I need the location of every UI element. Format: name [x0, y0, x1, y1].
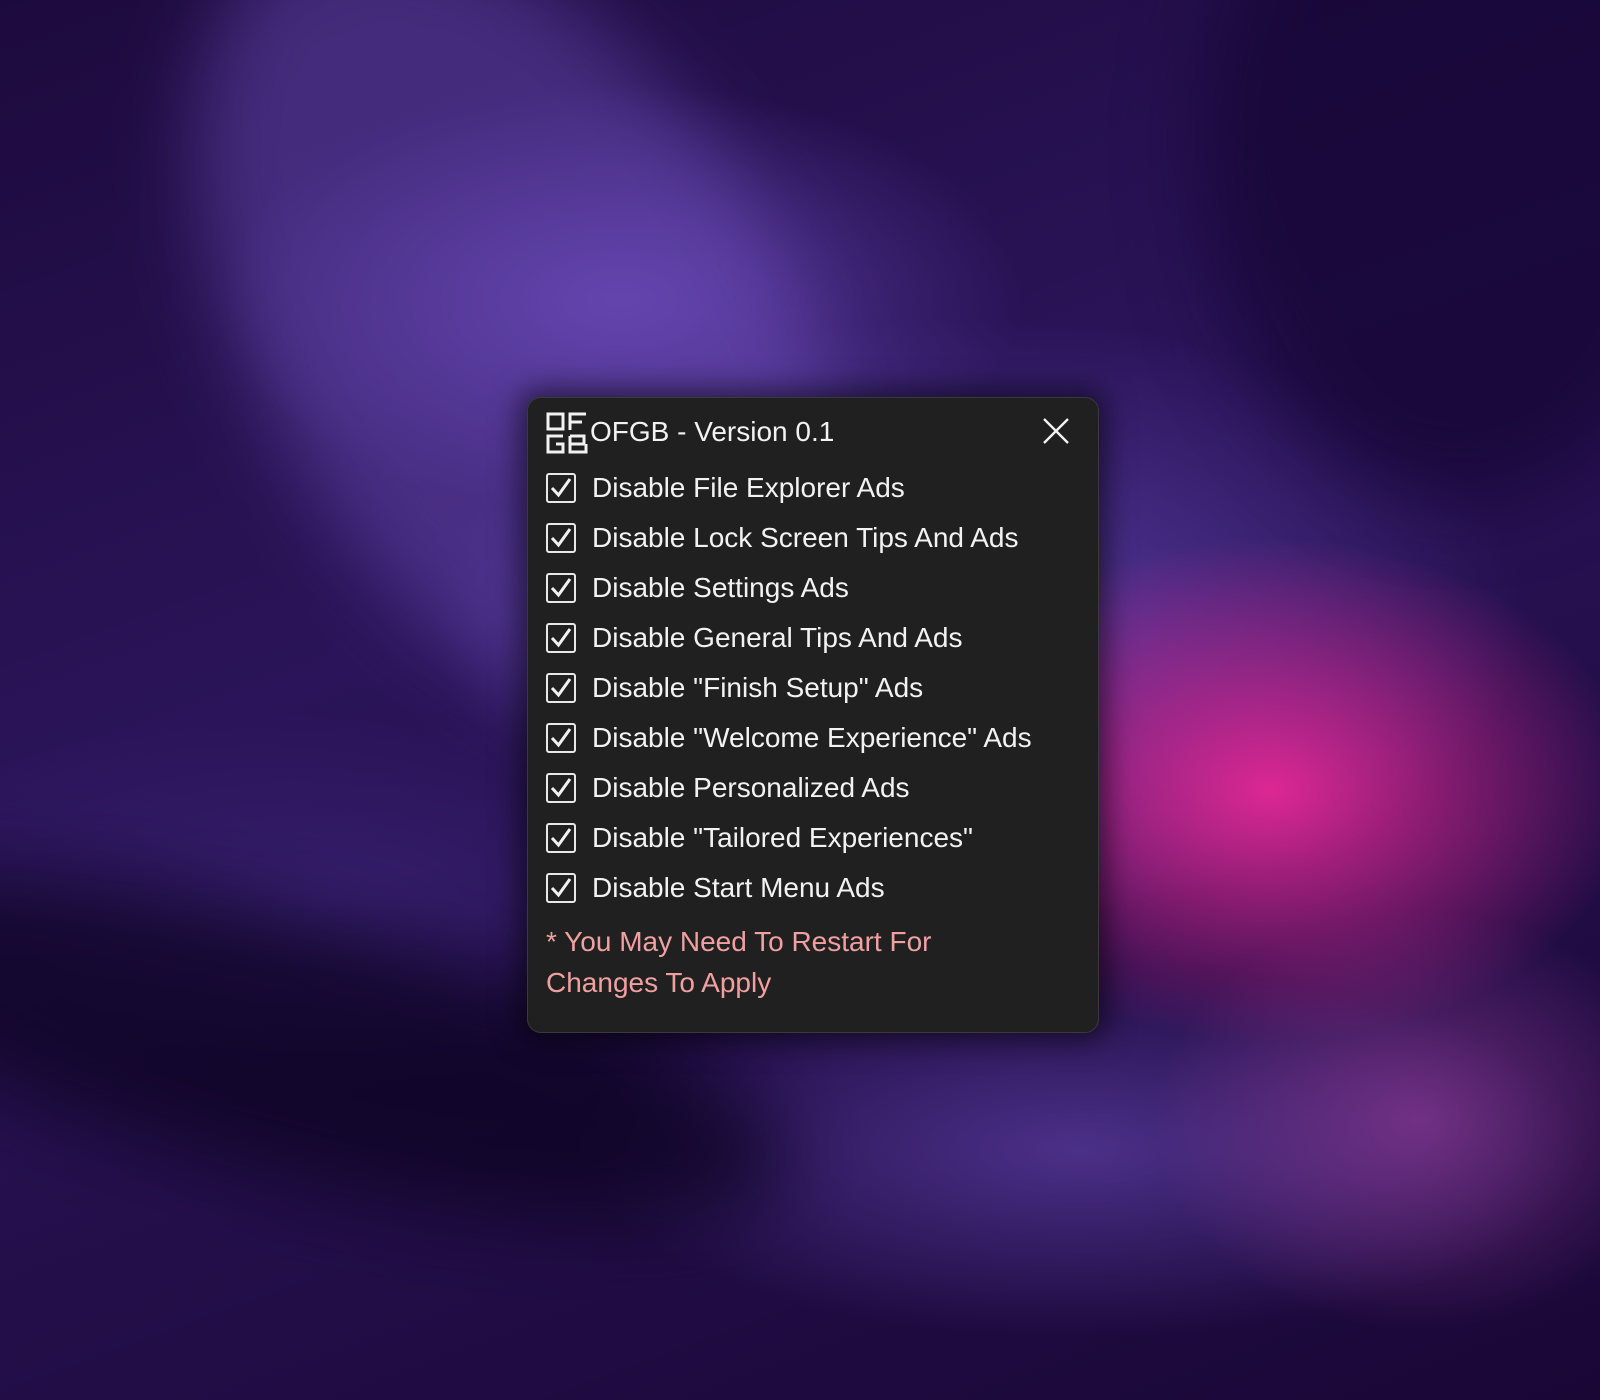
option-label: Disable "Welcome Experience" Ads — [592, 722, 1032, 753]
option-lock-screen-tips-ads[interactable]: Disable Lock Screen Tips And Ads — [546, 513, 1088, 563]
checkbox[interactable] — [546, 823, 576, 853]
checkmark-icon — [550, 678, 572, 698]
window-title: OFGB - Version 0.1 — [590, 416, 835, 447]
checkbox[interactable] — [546, 723, 576, 753]
wallpaper-wave — [1200, 0, 1600, 500]
checkmark-icon — [550, 478, 572, 498]
checkbox[interactable] — [546, 573, 576, 603]
option-label: Disable Lock Screen Tips And Ads — [592, 522, 1019, 553]
checkmark-icon — [550, 578, 572, 598]
option-start-menu-ads[interactable]: Disable Start Menu Ads — [546, 863, 1088, 913]
checkmark-icon — [550, 728, 572, 748]
option-label: Disable General Tips And Ads — [592, 622, 963, 653]
close-icon[interactable] — [1040, 415, 1072, 447]
checkbox[interactable] — [546, 623, 576, 653]
option-label: Disable "Tailored Experiences" — [592, 822, 973, 853]
checkbox[interactable] — [546, 673, 576, 703]
options-list: Disable File Explorer Ads Disable Lock S… — [546, 463, 1088, 913]
checkmark-icon — [550, 828, 572, 848]
checkmark-icon — [550, 628, 572, 648]
restart-notice: * You May Need To Restart For Changes To… — [546, 926, 932, 998]
checkmark-icon — [550, 778, 572, 798]
checkmark-icon — [550, 528, 572, 548]
ofgb-window: OFGB - Version 0.1 Disable File Explorer… — [527, 397, 1099, 1033]
title-bar[interactable]: OFGB - Version 0.1 — [528, 398, 1098, 458]
checkbox[interactable] — [546, 873, 576, 903]
option-welcome-experience-ads[interactable]: Disable "Welcome Experience" Ads — [546, 713, 1088, 763]
checkbox[interactable] — [546, 773, 576, 803]
checkmark-icon — [550, 878, 572, 898]
ofgb-logo-icon — [546, 412, 588, 454]
option-label: Disable Start Menu Ads — [592, 872, 885, 903]
option-label: Disable Personalized Ads — [592, 772, 910, 803]
checkbox[interactable] — [546, 473, 576, 503]
option-file-explorer-ads[interactable]: Disable File Explorer Ads — [546, 463, 1088, 513]
option-label: Disable Settings Ads — [592, 572, 849, 603]
option-finish-setup-ads[interactable]: Disable "Finish Setup" Ads — [546, 663, 1088, 713]
option-general-tips-ads[interactable]: Disable General Tips And Ads — [546, 613, 1088, 663]
option-personalized-ads[interactable]: Disable Personalized Ads — [546, 763, 1088, 813]
option-settings-ads[interactable]: Disable Settings Ads — [546, 563, 1088, 613]
option-label: Disable "Finish Setup" Ads — [592, 672, 924, 703]
checkbox[interactable] — [546, 523, 576, 553]
option-tailored-experiences[interactable]: Disable "Tailored Experiences" — [546, 813, 1088, 863]
option-label: Disable File Explorer Ads — [592, 472, 905, 503]
